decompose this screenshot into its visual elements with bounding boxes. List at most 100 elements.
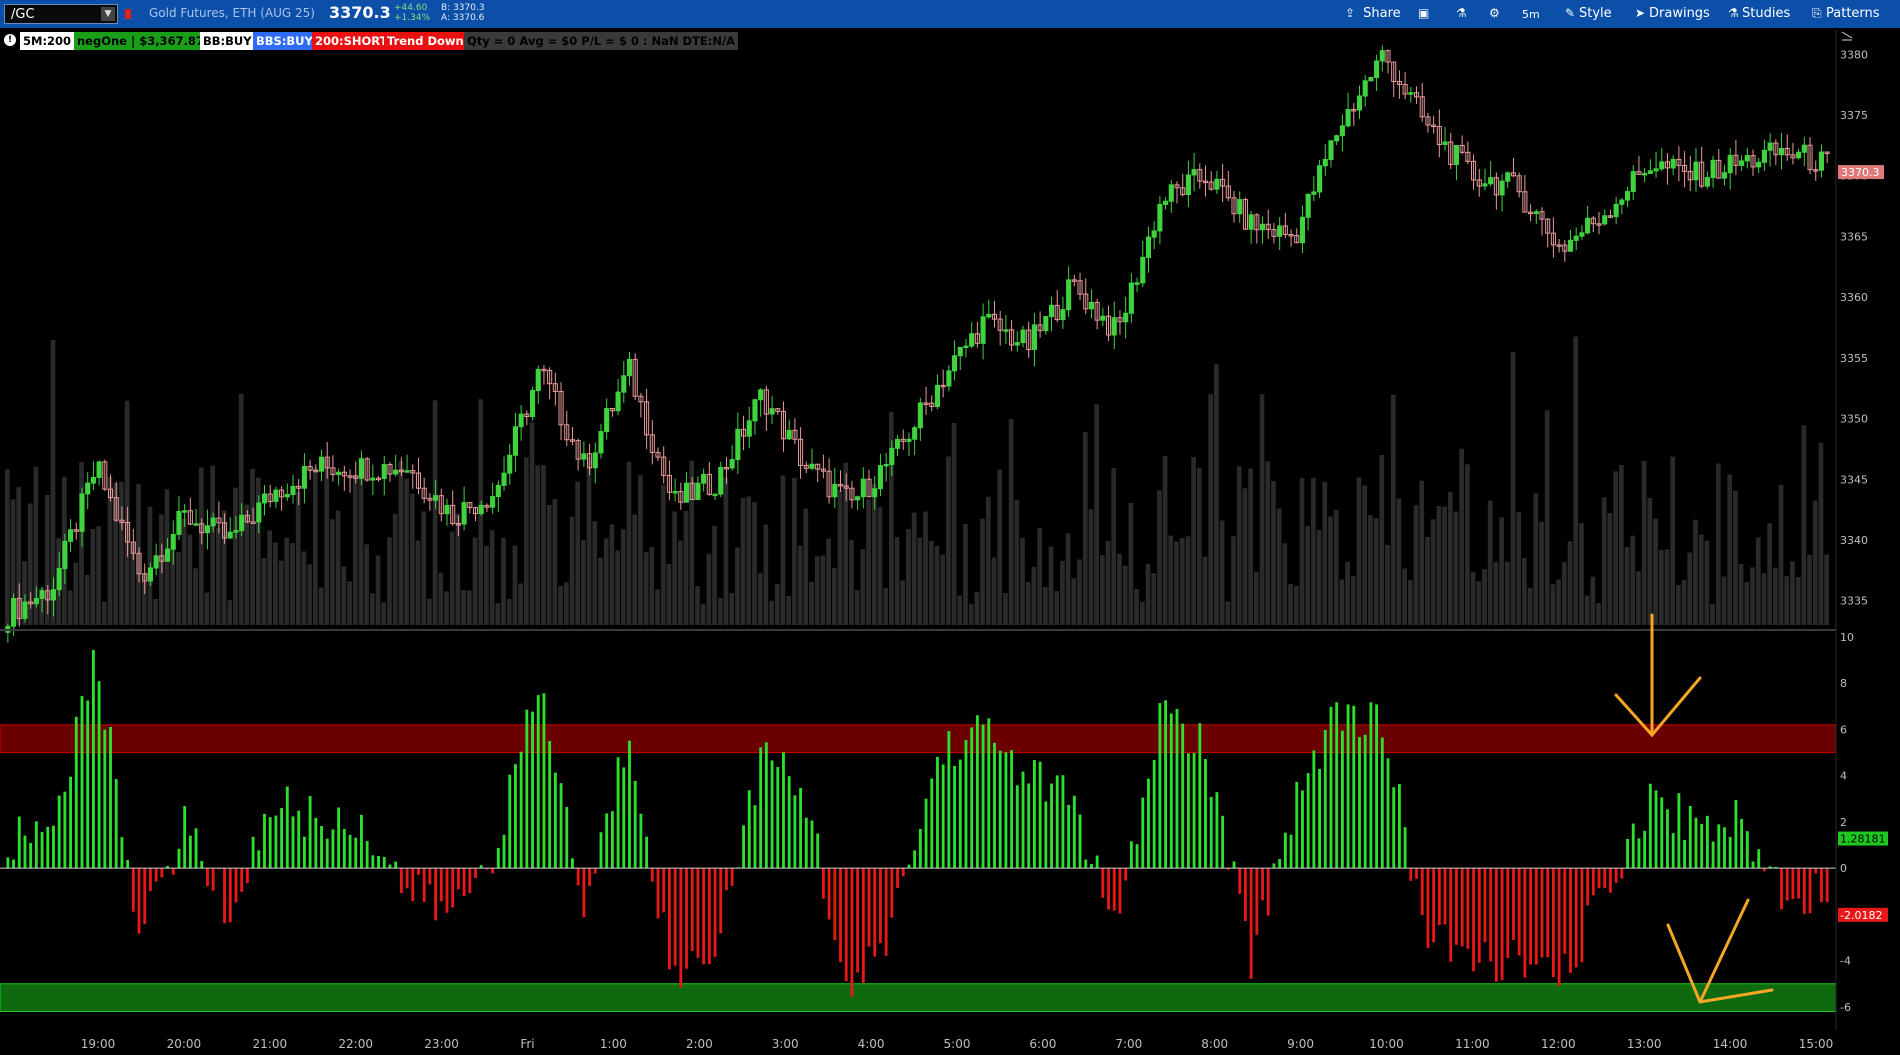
histogram-bar bbox=[1631, 823, 1635, 869]
alert-flag-icon[interactable] bbox=[125, 9, 131, 19]
chevron-down-icon[interactable]: ▼ bbox=[101, 7, 115, 21]
style-button[interactable]: ✎ Style bbox=[1565, 6, 1612, 21]
histogram-bar bbox=[1141, 797, 1145, 869]
volume-bar bbox=[735, 547, 740, 625]
volume-bar bbox=[1493, 562, 1499, 625]
upper-threshold-band bbox=[0, 724, 1837, 754]
flexgrid-button[interactable]: ▣ bbox=[1418, 6, 1432, 21]
drawings-button[interactable]: ➤ Drawings bbox=[1635, 6, 1710, 21]
price-candle bbox=[592, 452, 598, 469]
volume-bar bbox=[1048, 546, 1054, 625]
histogram-bar bbox=[285, 786, 289, 869]
histogram-bar bbox=[86, 700, 90, 869]
volume-bar bbox=[695, 586, 700, 625]
price-candle bbox=[227, 531, 233, 539]
histogram-bar bbox=[1802, 868, 1806, 915]
settings-button[interactable]: ⚙ bbox=[1489, 6, 1503, 21]
histogram-bar bbox=[873, 868, 877, 957]
price-candle bbox=[1744, 155, 1750, 162]
histogram-bar bbox=[685, 868, 688, 969]
volume-bar bbox=[290, 543, 295, 625]
histogram-bar bbox=[1312, 750, 1316, 869]
histogram-bar bbox=[1283, 832, 1287, 869]
studies-button[interactable]: ⚗ Studies bbox=[1728, 6, 1790, 21]
volume-bar bbox=[985, 496, 991, 625]
price-candle bbox=[712, 493, 718, 497]
volume-bar bbox=[392, 513, 398, 625]
histogram-bar bbox=[365, 841, 369, 869]
volume-bar bbox=[284, 537, 290, 625]
histogram-bar bbox=[918, 828, 922, 869]
histogram-bar bbox=[1090, 863, 1093, 869]
histogram-bar bbox=[280, 807, 284, 869]
price-candle bbox=[1345, 109, 1351, 127]
time-axis[interactable]: 19:00 20:00 21:00 22:00 23:00 Fri 1:00 2:00 3:00… bbox=[81, 1037, 1834, 1051]
histogram-bar bbox=[1791, 868, 1795, 900]
volume-bar bbox=[1276, 508, 1282, 625]
time-tick-label: 9:00 bbox=[1287, 1037, 1314, 1051]
flask-icon: ⚗ bbox=[1728, 6, 1739, 20]
volume-bar bbox=[1379, 455, 1385, 625]
volume-bar bbox=[1328, 516, 1333, 625]
histogram-bar bbox=[1318, 768, 1321, 869]
volume-bar bbox=[1447, 491, 1453, 625]
volume-bar bbox=[1060, 560, 1065, 625]
volume-bar bbox=[797, 545, 803, 625]
volume-bar bbox=[592, 521, 598, 625]
info-icon[interactable]: ! bbox=[4, 34, 16, 46]
symbol-input[interactable]: /GC ▼ bbox=[4, 4, 118, 24]
volume-bar bbox=[529, 422, 535, 625]
patterns-button[interactable]: ⎘ Patterns bbox=[1812, 6, 1880, 21]
volume-bar bbox=[1778, 484, 1784, 625]
histogram-bar bbox=[371, 855, 375, 869]
volume-bar bbox=[73, 562, 79, 625]
histogram-bar bbox=[764, 742, 768, 869]
histogram-bar bbox=[896, 868, 899, 889]
chart-canvas[interactable]: 3380337533703365336033553350334533403335… bbox=[0, 0, 1900, 1055]
price-candle bbox=[581, 453, 587, 460]
histogram-bar bbox=[1004, 752, 1008, 869]
volume-bar bbox=[1236, 466, 1242, 625]
price-candle bbox=[752, 399, 758, 422]
histogram-bar bbox=[981, 724, 985, 869]
timeframe-button[interactable]: 5m bbox=[1522, 8, 1540, 21]
osc-pos-label: 1.28181 bbox=[1840, 833, 1886, 846]
volume-bar bbox=[523, 457, 529, 625]
price-candle bbox=[934, 384, 941, 407]
histogram-bar bbox=[1352, 705, 1356, 869]
histogram-bar bbox=[240, 868, 244, 892]
histogram-bar bbox=[302, 836, 306, 869]
price-candle bbox=[1801, 144, 1807, 153]
price-axis[interactable]: 3380337533703365336033553350334533403335… bbox=[1838, 48, 1884, 608]
histogram-bar bbox=[223, 868, 226, 924]
histogram-bar bbox=[1415, 868, 1418, 879]
time-tick-label: 22:00 bbox=[338, 1037, 373, 1051]
share-label: Share bbox=[1363, 6, 1401, 21]
histogram-bar bbox=[234, 868, 238, 903]
flask-button[interactable]: ⚗ bbox=[1456, 6, 1470, 21]
time-tick-label: 14:00 bbox=[1713, 1037, 1748, 1051]
volume-bar bbox=[1139, 601, 1145, 625]
price-candle bbox=[1442, 141, 1448, 146]
volume-bar bbox=[957, 595, 963, 625]
oscillator-axis[interactable]: 10 8 6 4 2 0 -4 -6 1.28181 -2.0182 bbox=[1838, 631, 1888, 1014]
price-candle bbox=[1499, 180, 1505, 196]
volume-bar bbox=[444, 591, 449, 625]
volume-bar bbox=[541, 464, 546, 625]
volume-bar bbox=[1681, 579, 1687, 625]
share-button[interactable]: ⇪ Share bbox=[1345, 6, 1401, 21]
volume-bar bbox=[1151, 573, 1157, 625]
price-candle bbox=[1619, 199, 1625, 205]
price-candle bbox=[193, 523, 199, 526]
histogram-bar bbox=[1609, 868, 1612, 893]
histogram-bar bbox=[6, 857, 10, 869]
volume-bar bbox=[387, 537, 392, 625]
histogram-bar bbox=[1723, 827, 1726, 869]
histogram-bar bbox=[1323, 729, 1327, 869]
histogram-bar bbox=[17, 816, 21, 869]
price-candle bbox=[683, 482, 690, 503]
price-candle bbox=[1727, 154, 1733, 174]
histogram-bar bbox=[149, 868, 152, 891]
histogram-bar bbox=[1221, 815, 1225, 869]
volume-bar bbox=[729, 593, 734, 625]
